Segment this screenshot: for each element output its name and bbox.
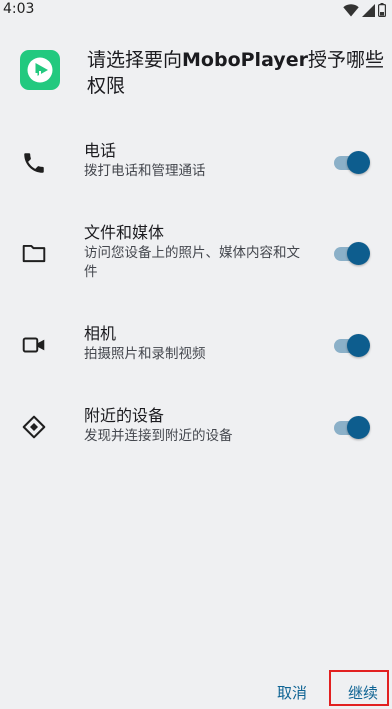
permission-item-nearby-devices: 附近的设备 发现并连接到附近的设备 [0,405,392,455]
toggle-thumb [347,416,370,439]
permission-name: 附近的设备 [84,406,165,425]
permission-name: 电话 [84,141,117,160]
permission-description: 拨打电话和管理通话 [84,163,206,179]
signal-icon [362,3,375,17]
permission-header: 请选择要向MoboPlayer授予哪些权限 [20,47,384,103]
wifi-icon [343,3,359,17]
camera-permission-toggle[interactable] [334,332,372,358]
continue-button-highlight: 继续 [329,670,389,706]
title-brand: MoboPlayer [182,49,308,71]
status-bar: 4:03 [0,0,392,20]
status-time: 4:03 [3,1,35,17]
page-title: 请选择要向MoboPlayer授予哪些权限 [87,47,387,99]
camera-icon [21,332,47,358]
phone-icon [21,150,47,176]
permission-description: 访问您设备上的照片、媒体内容和文件 [84,245,300,280]
toggle-thumb [347,334,370,357]
folder-icon [21,240,47,266]
nearby-devices-permission-toggle[interactable] [334,414,372,440]
toggle-thumb [347,151,370,174]
title-prefix: 请选择要向 [87,49,183,71]
permission-item-camera: 相机 拍摄照片和录制视频 [0,323,392,373]
permission-name: 相机 [84,324,117,343]
permission-item-phone: 电话 拨打电话和管理通话 [0,140,392,190]
cancel-button[interactable]: 取消 [277,683,307,703]
permission-description: 拍摄照片和录制视频 [84,346,206,362]
files-media-permission-toggle[interactable] [334,240,372,266]
status-icons [343,2,386,18]
battery-icon [378,3,386,17]
toggle-thumb [347,242,370,265]
continue-button[interactable]: 继续 [348,683,378,703]
moboplayer-app-icon [20,50,60,90]
nearby-devices-icon [21,414,47,440]
permission-description: 发现并连接到附近的设备 [84,428,233,444]
permission-item-files-media: 文件和媒体 访问您设备上的照片、媒体内容和文件 [0,222,392,284]
permission-name: 文件和媒体 [84,223,165,242]
phone-permission-toggle[interactable] [334,149,372,175]
